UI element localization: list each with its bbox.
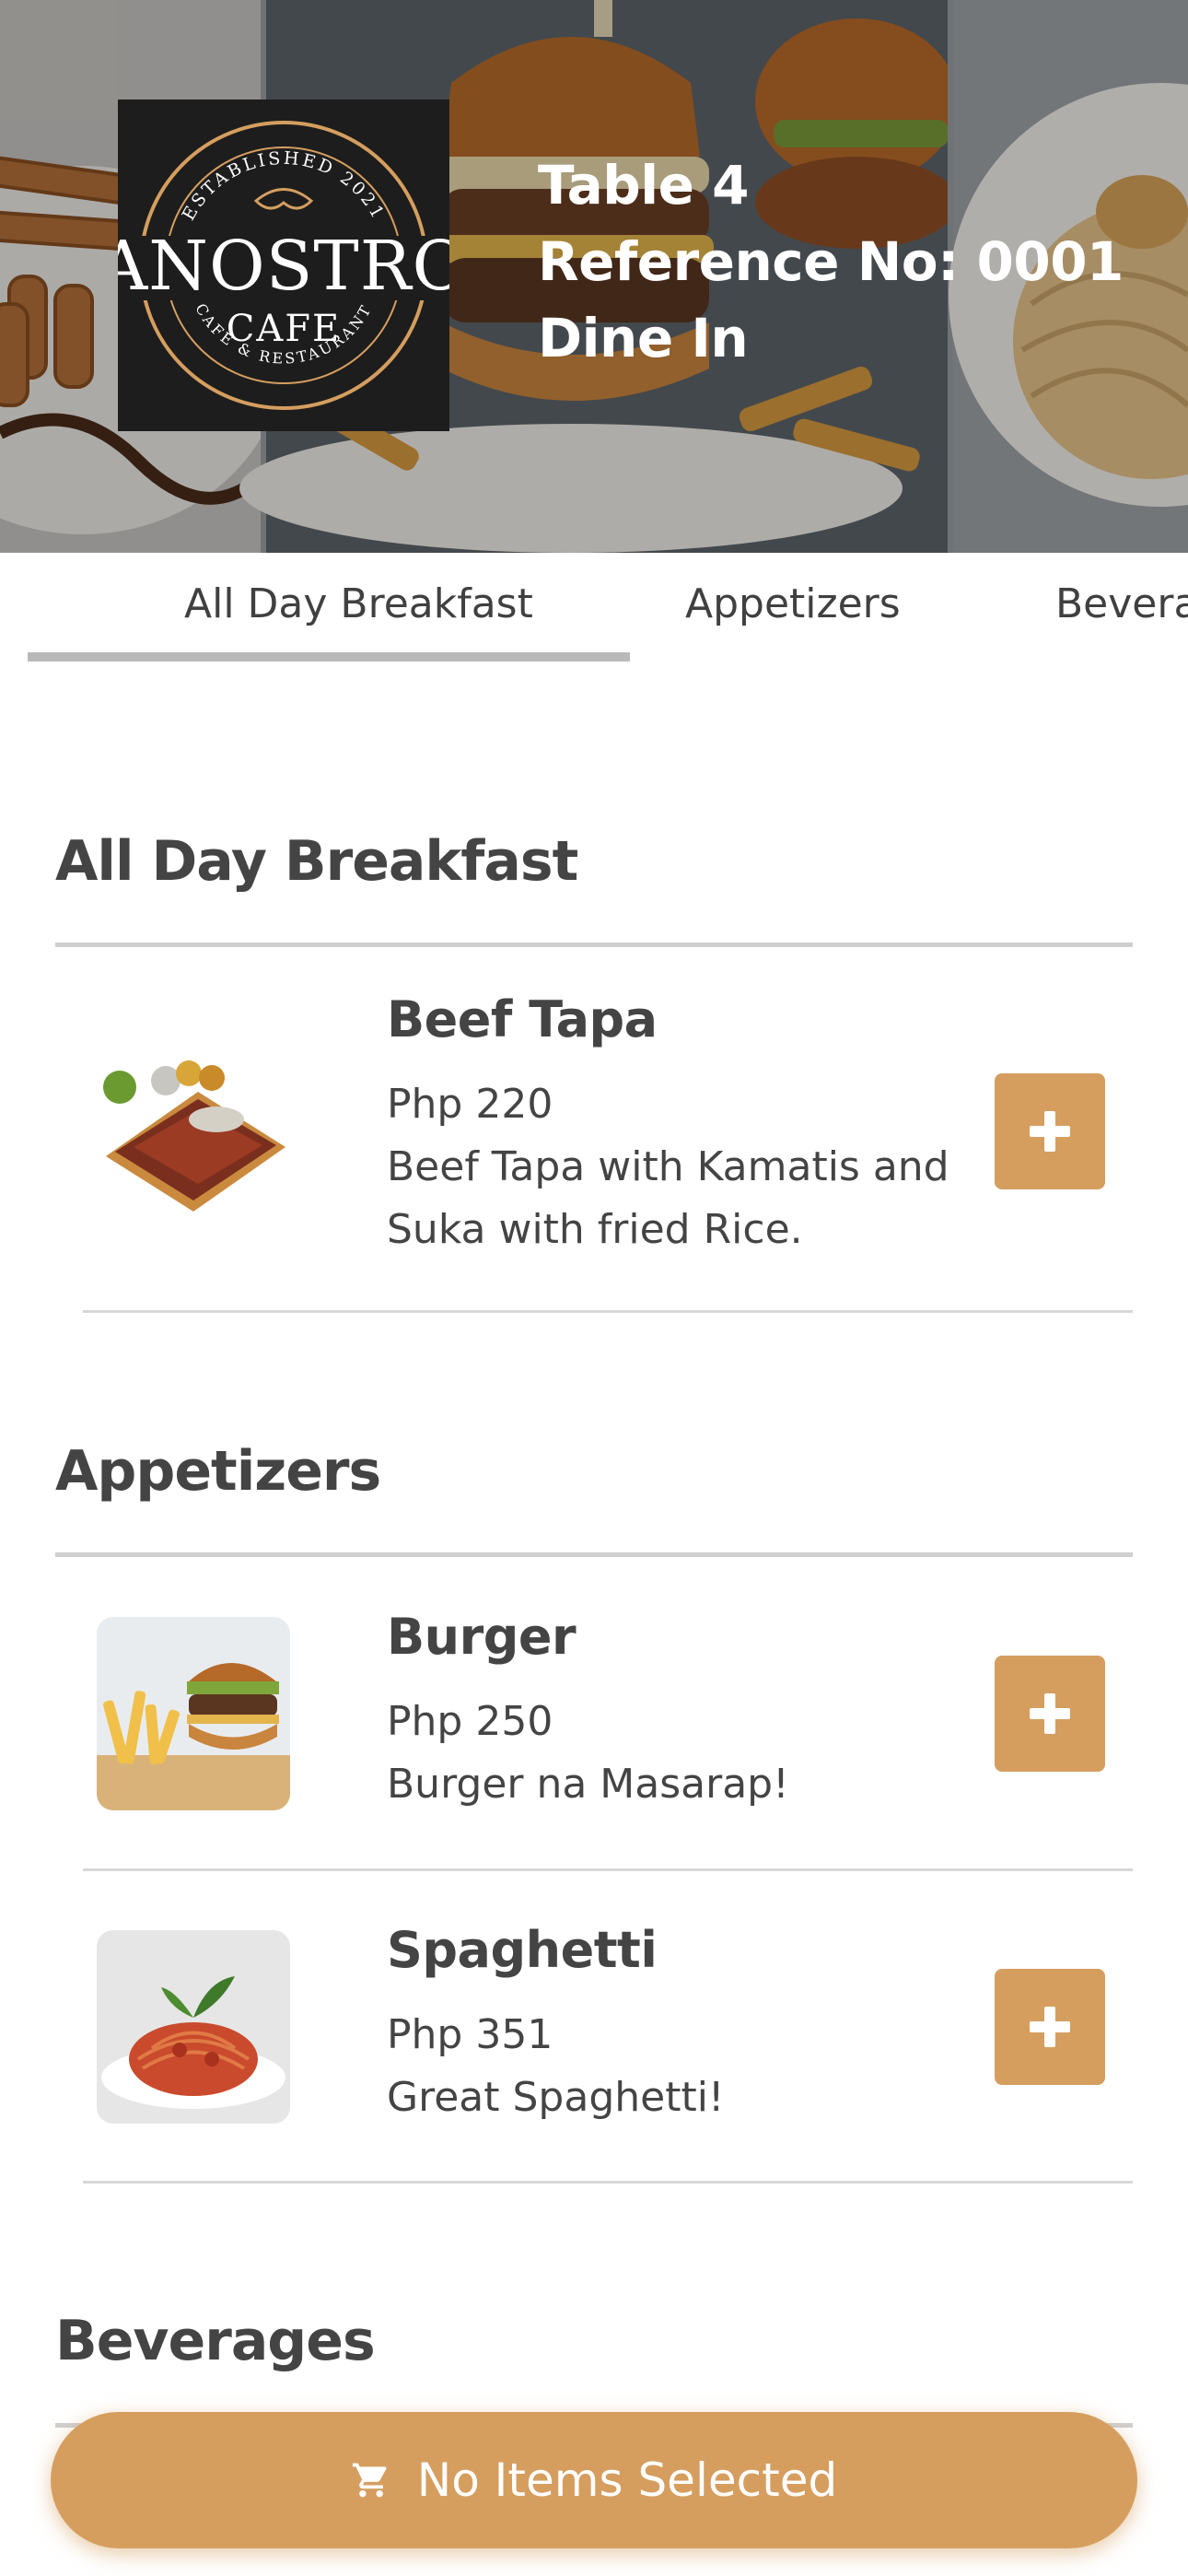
plus-icon [1030, 1111, 1070, 1152]
item-price: Php 351 [387, 2011, 553, 2058]
svg-text:CAFE: CAFE [227, 308, 341, 350]
anostro-cafe-logo: ESTABLISHED 2021 CAFE & RESTAURANT ANOST… [98, 100, 468, 431]
tab-beverages[interactable]: Beverages [1055, 580, 1188, 627]
section-title-beverages: Beverages [55, 2309, 376, 2373]
table-number: Table 4 [538, 154, 750, 217]
item-divider [83, 2181, 1133, 2184]
section-divider [55, 1552, 1133, 1557]
burger-image [97, 1617, 290, 1810]
plus-icon [1030, 2007, 1070, 2047]
item-price: Php 220 [387, 1081, 553, 1128]
order-info: Table 4 Reference No: 0001 Dine In [538, 147, 1124, 377]
item-description: Beef Tapa with Kamatis and Suka with fri… [387, 1143, 949, 1253]
hero-banner: ESTABLISHED 2021 CAFE & RESTAURANT ANOST… [0, 0, 1188, 553]
item-name: Beef Tapa [387, 990, 658, 1048]
spaghetti-image [97, 1930, 290, 2124]
cart-label: No Items Selected [416, 2453, 838, 2507]
beef-tapa-image [97, 1036, 290, 1230]
add-beef-tapa-button[interactable] [995, 1073, 1105, 1189]
svg-text:ESTABLISHED 2021: ESTABLISHED 2021 [179, 148, 390, 224]
item-divider [83, 1868, 1133, 1871]
item-price: Php 250 [387, 1698, 553, 1745]
add-burger-button[interactable] [995, 1656, 1105, 1772]
svg-text:ANOSTRO: ANOSTRO [118, 227, 449, 306]
dine-mode: Dine In [538, 307, 749, 369]
tab-appetizers[interactable]: Appetizers [685, 580, 901, 627]
section-title-appetizers: Appetizers [55, 1439, 381, 1504]
item-divider [83, 1310, 1133, 1313]
plus-icon [1030, 1693, 1070, 1734]
cart-icon [352, 2463, 387, 2498]
active-tab-indicator [28, 652, 630, 662]
add-spaghetti-button[interactable] [995, 1969, 1105, 2085]
reference-number: Reference No: 0001 [538, 230, 1124, 293]
section-divider [55, 943, 1133, 947]
item-description: Great Spaghetti! [387, 2074, 725, 2121]
section-title-all-day-breakfast: All Day Breakfast [55, 829, 578, 894]
item-description: Burger na Masarap! [387, 1761, 789, 1808]
item-name: Burger [387, 1608, 577, 1666]
cart-button[interactable]: No Items Selected [51, 2412, 1137, 2548]
tab-all-day-breakfast[interactable]: All Day Breakfast [184, 580, 533, 627]
item-name: Spaghetti [387, 1921, 658, 1979]
